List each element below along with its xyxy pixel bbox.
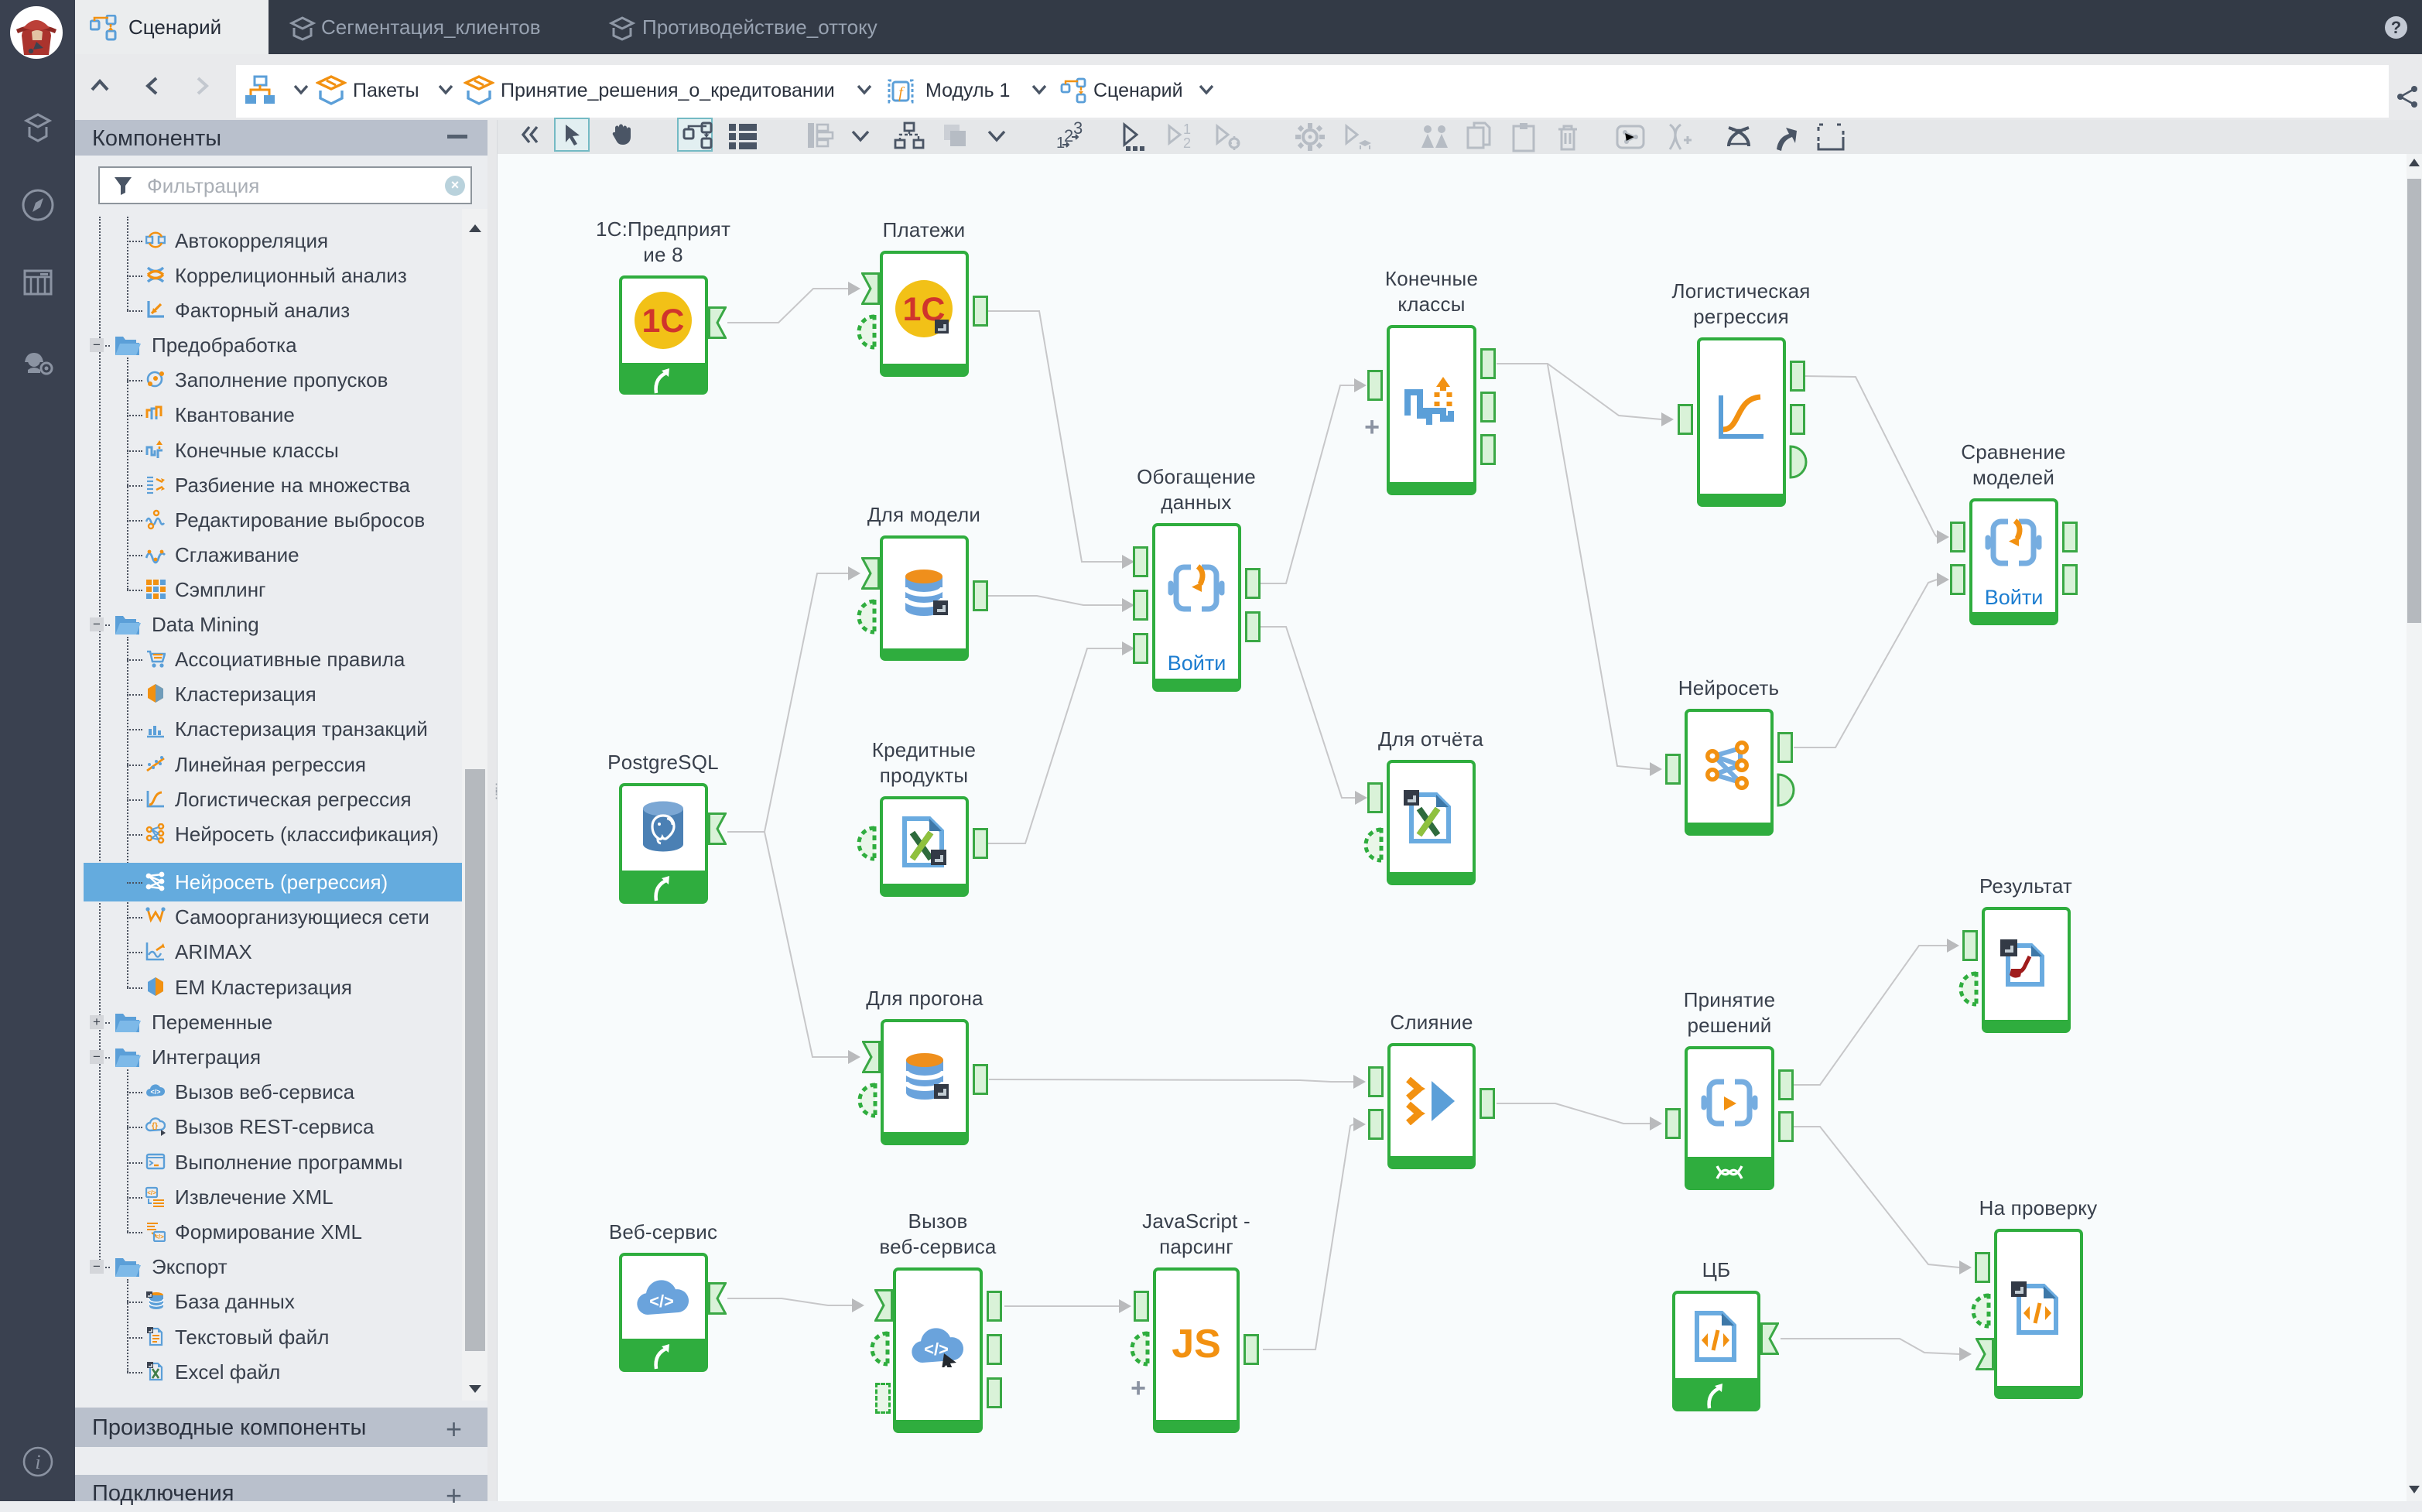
svg-text:</>: </> xyxy=(649,1291,674,1311)
svg-text:1С: 1С xyxy=(642,303,685,340)
svg-text:JS: JS xyxy=(1172,1322,1221,1367)
